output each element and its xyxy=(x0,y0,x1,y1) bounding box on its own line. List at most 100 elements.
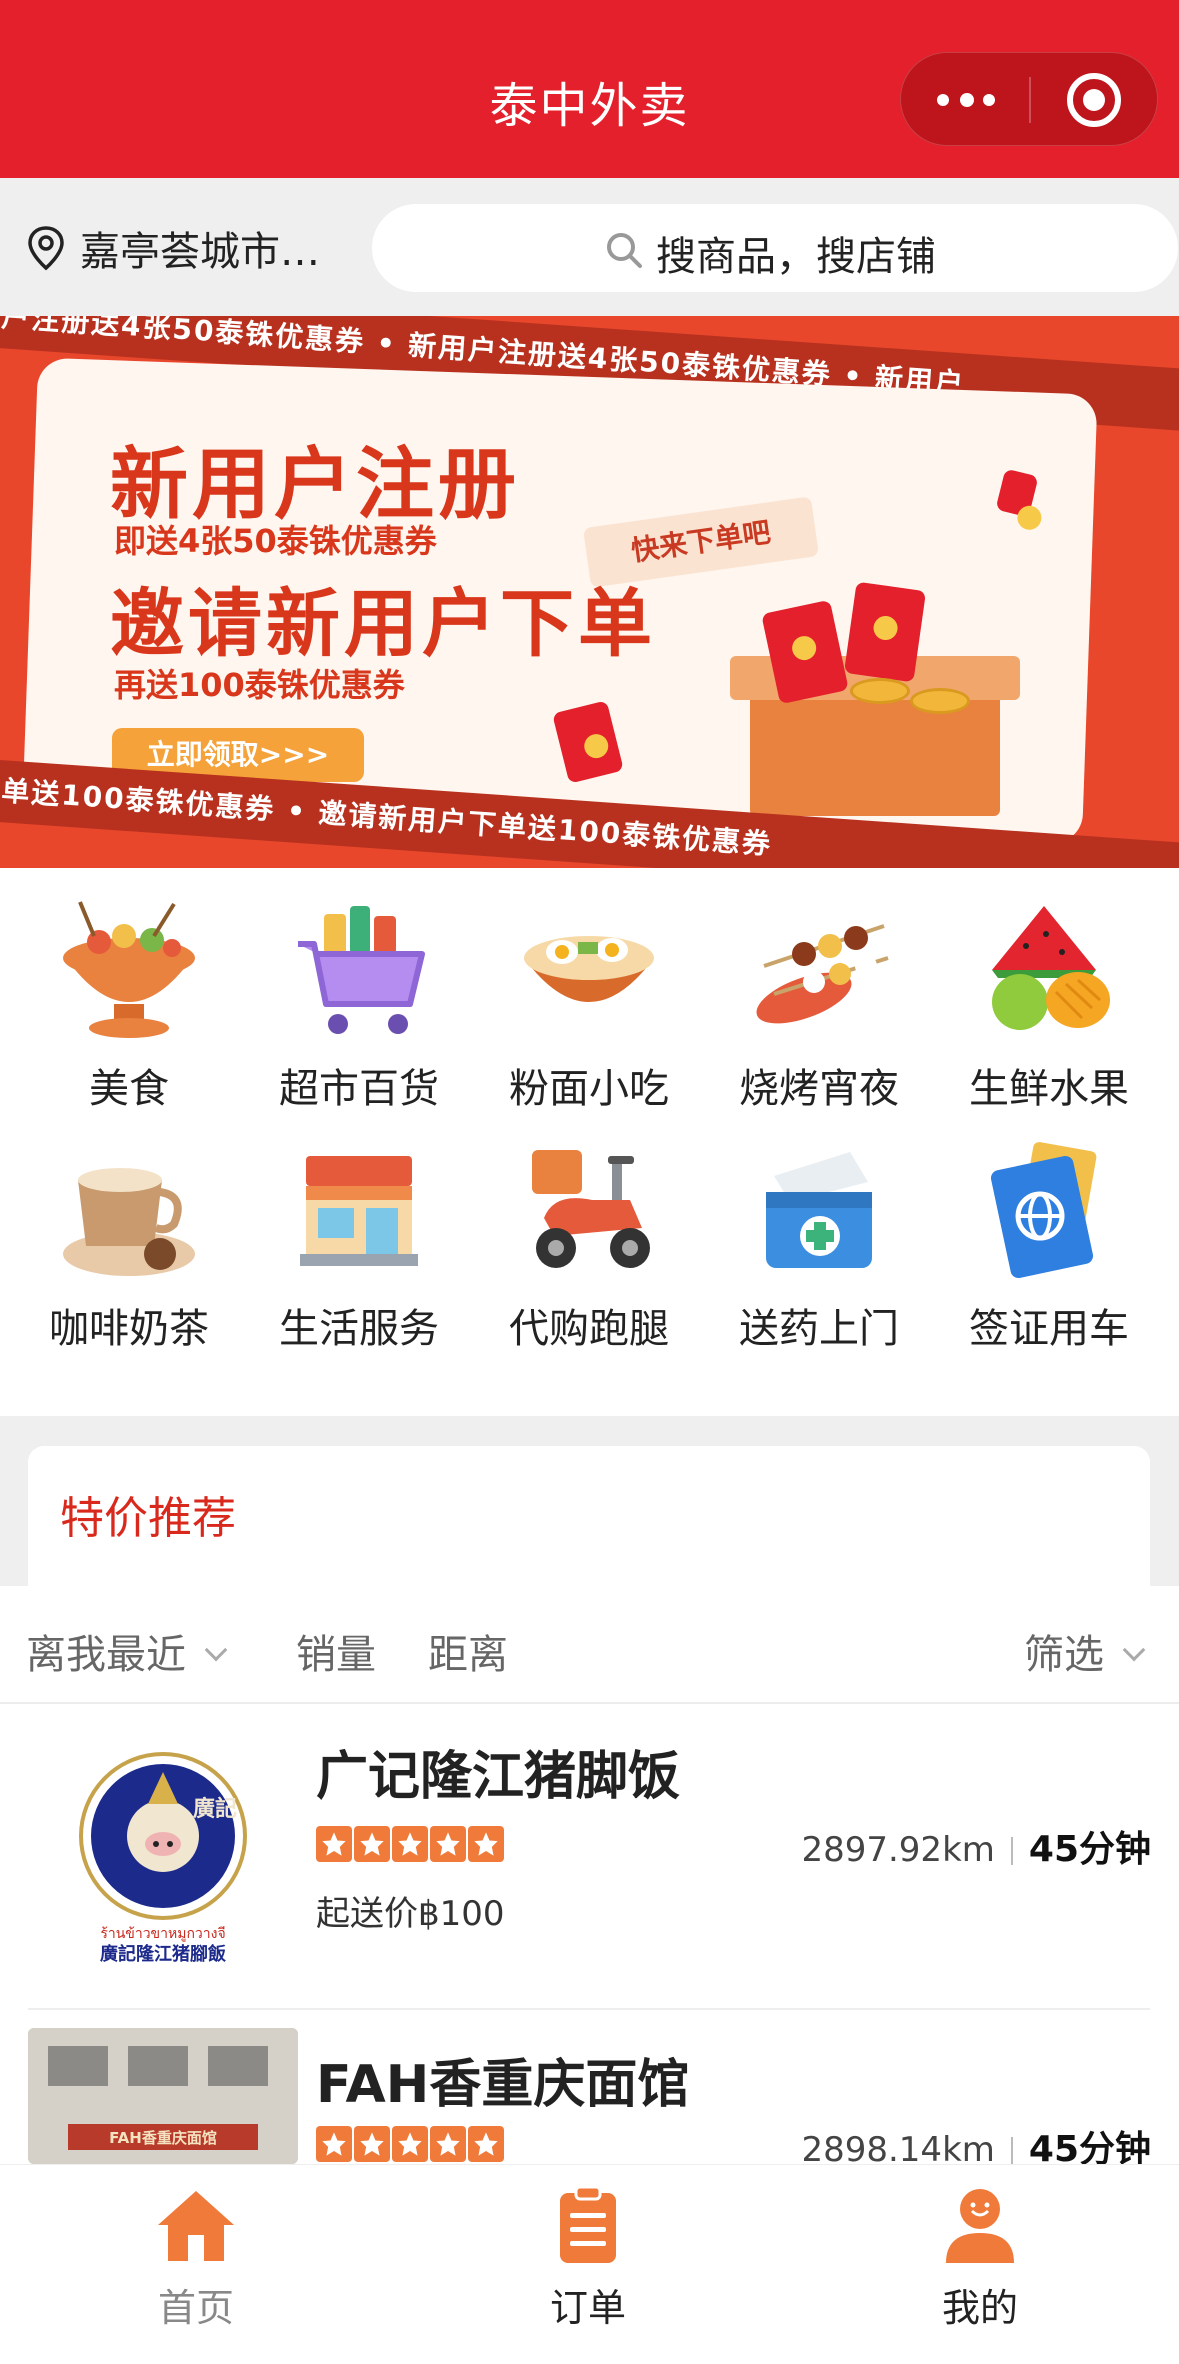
sort-nearest-dropdown[interactable]: 离我最近 xyxy=(26,1622,228,1680)
category-grid: 美食 超市百货 粉面小吃 烧烤宵夜 生鲜水果 咖啡奶茶 生活服务 代购跑腿 送药… xyxy=(0,868,1179,1416)
storefront-icon xyxy=(300,1156,418,1266)
category-supermarket[interactable]: 超市百货 xyxy=(244,896,474,1114)
coin-icon xyxy=(910,688,970,714)
promo-banner[interactable]: 新用户注册送4张50泰铢优惠券 • 新用户注册送4张50泰铢优惠券 • 新用户 … xyxy=(0,316,1179,868)
star-icon xyxy=(392,2126,428,2162)
banner-title-invite: 邀请新用户下单 xyxy=(110,581,656,667)
star-icon xyxy=(316,1826,352,1862)
star-icon xyxy=(430,2126,466,2162)
star-rating xyxy=(316,2126,504,2162)
logo-brand-text: 廣記 xyxy=(193,1796,237,1822)
search-icon xyxy=(607,233,642,268)
shop-list-item[interactable]: FAH香重庆面馆 FAH香重庆面馆 2898.14km 45分钟 xyxy=(0,2014,1179,2164)
tab-orders[interactable]: 订单 xyxy=(488,2185,688,2332)
shop-eta: 45分钟 xyxy=(1028,2129,1151,2164)
category-label: 代购跑腿 xyxy=(509,1306,669,1352)
star-icon xyxy=(354,2126,390,2162)
category-label: 咖啡奶茶 xyxy=(49,1306,209,1352)
tab-mine-label: 我的 xyxy=(941,2286,1018,2330)
category-life-services[interactable]: 生活服务 xyxy=(244,1136,474,1354)
shop-eta: 45分钟 xyxy=(1028,1829,1151,1870)
orders-icon xyxy=(560,2185,616,2263)
coffee-cup-icon xyxy=(63,1168,195,1276)
location-search-bar: 嘉亭荟城市… 搜商品，搜店铺 xyxy=(0,178,1179,316)
tab-home-label: 首页 xyxy=(157,2286,234,2330)
star-rating xyxy=(316,1826,504,1862)
category-label: 美食 xyxy=(89,1066,169,1112)
star-icon xyxy=(354,1826,390,1862)
category-fruit[interactable]: 生鲜水果 xyxy=(934,896,1164,1114)
bbq-skewer-icon xyxy=(756,924,889,1024)
star-icon xyxy=(468,2126,504,2162)
category-food[interactable]: 美食 xyxy=(14,896,244,1114)
category-label: 送药上门 xyxy=(739,1306,899,1352)
category-label: 烧烤宵夜 xyxy=(739,1066,899,1112)
mini-program-capsule xyxy=(900,52,1158,146)
shopping-cart-icon xyxy=(298,906,425,1034)
shop-logo: 廣記 ร้านข้าวขาหมูกวางจี 廣記隆江猪腳飯 xyxy=(28,1746,298,1966)
sort-distance-button[interactable]: 距离 xyxy=(428,1622,508,1680)
close-mini-program-icon[interactable] xyxy=(1067,73,1121,127)
search-placeholder: 搜商品，搜店铺 xyxy=(656,234,936,280)
category-medicine-delivery[interactable]: 送药上门 xyxy=(704,1136,934,1354)
logo-chinese-text: 廣記隆江猪腳飯 xyxy=(100,1943,226,1965)
min-order-price: 起送价฿100 xyxy=(316,1894,505,1934)
shop-distance: 2897.92km xyxy=(801,1830,995,1870)
medicine-kit-icon xyxy=(766,1152,872,1268)
capsule-divider xyxy=(1029,77,1031,123)
shop-sign-text: FAH香重庆面馆 xyxy=(109,2129,217,2147)
separator xyxy=(1010,1837,1013,1865)
food-hotpot-icon xyxy=(63,901,195,1038)
filter-dropdown[interactable]: 筛选 xyxy=(1024,1622,1146,1680)
bottom-tab-bar: 首页 订单 我的 xyxy=(0,2164,1179,2364)
shop-photo-image: FAH香重庆面馆 xyxy=(28,2028,298,2164)
category-noodles[interactable]: 粉面小吃 xyxy=(474,896,704,1114)
divider xyxy=(28,2008,1150,2010)
title-bar: 泰中外卖 xyxy=(0,0,1179,178)
star-icon xyxy=(392,1826,428,1862)
home-icon xyxy=(158,2191,234,2261)
sort-nearest-label: 离我最近 xyxy=(26,1632,186,1678)
location-text: 嘉亭荟城市… xyxy=(80,229,320,275)
star-icon xyxy=(316,2126,352,2162)
shop-photo: FAH香重庆面馆 xyxy=(28,2028,298,2164)
special-offers-card[interactable]: 特价推荐 xyxy=(28,1446,1150,1586)
category-label: 签证用车 xyxy=(969,1306,1129,1352)
coin-icon xyxy=(850,678,910,704)
tab-orders-label: 订单 xyxy=(549,2286,626,2330)
shop-logo-image: 廣記 ร้านข้าวขาหมูกวางจี 廣記隆江猪腳飯 xyxy=(79,1752,247,1965)
category-label: 粉面小吃 xyxy=(509,1066,669,1112)
fruit-icon xyxy=(992,906,1110,1030)
delivery-scooter-icon xyxy=(532,1150,650,1268)
profile-icon xyxy=(946,2189,1014,2263)
category-label: 生活服务 xyxy=(279,1306,439,1352)
shop-name: 广记隆江猪脚饭 xyxy=(316,1747,681,1807)
star-icon xyxy=(430,1826,466,1862)
search-input[interactable]: 搜商品，搜店铺 xyxy=(372,204,1178,292)
banner-subtitle-register: 即送4张50泰铢优惠券 xyxy=(114,522,437,560)
passport-icon xyxy=(990,1142,1097,1279)
shop-name: FAH香重庆面馆 xyxy=(316,2055,690,2115)
category-bbq[interactable]: 烧烤宵夜 xyxy=(704,896,934,1114)
more-dots-icon[interactable] xyxy=(931,79,1001,121)
category-visa-car[interactable]: 签证用车 xyxy=(934,1136,1164,1354)
tab-mine[interactable]: 我的 xyxy=(880,2185,1080,2332)
tab-home[interactable]: 首页 xyxy=(96,2185,296,2332)
shop-list-item[interactable]: 廣記 ร้านข้าวขาหมูกวางจี 廣記隆江猪腳飯 广记隆江猪脚饭 2… xyxy=(0,1704,1179,2014)
noodle-bowl-icon xyxy=(524,936,654,1002)
category-label: 生鲜水果 xyxy=(969,1066,1129,1112)
shop-distance: 2898.14km xyxy=(801,2130,995,2164)
location-pin-icon xyxy=(28,226,64,271)
special-offers-title: 特价推荐 xyxy=(60,1493,236,1544)
sort-sales-button[interactable]: 销量 xyxy=(296,1622,376,1680)
category-errands[interactable]: 代购跑腿 xyxy=(474,1136,704,1354)
shop-distance-eta: 2898.14km 45分钟 xyxy=(801,2120,1151,2164)
filter-label: 筛选 xyxy=(1024,1632,1104,1678)
star-icon xyxy=(468,1826,504,1862)
sort-filter-bar: 离我最近 销量 距离 筛选 xyxy=(0,1586,1179,1704)
category-label: 超市百货 xyxy=(279,1066,439,1112)
chevron-down-icon xyxy=(204,1638,228,1662)
category-coffee-tea[interactable]: 咖啡奶茶 xyxy=(14,1136,244,1354)
red-envelope-icon xyxy=(843,581,927,683)
location-selector[interactable]: 嘉亭荟城市… xyxy=(26,218,320,278)
